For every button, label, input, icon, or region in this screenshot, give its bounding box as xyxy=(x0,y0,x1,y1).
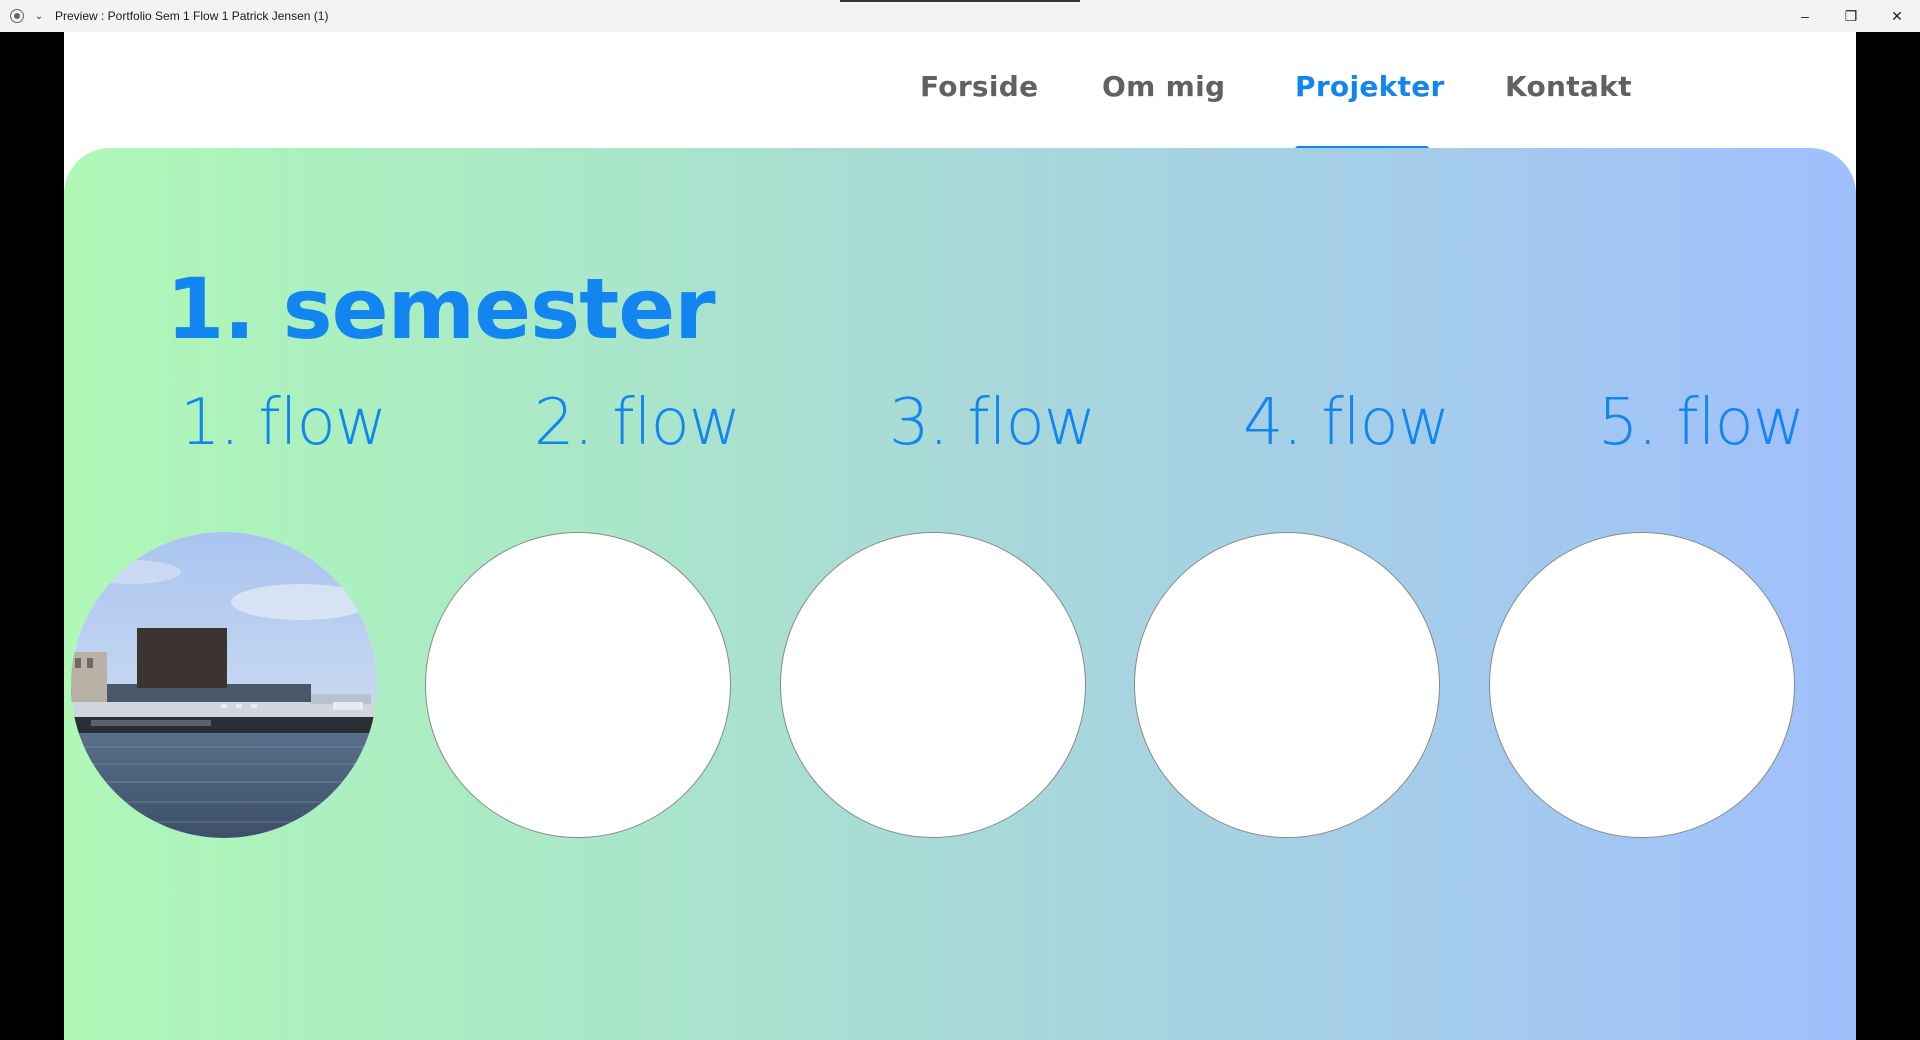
flow-2-image-placeholder[interactable] xyxy=(425,532,731,838)
page-title: 1. semester xyxy=(166,260,716,358)
flow-4-image-placeholder[interactable] xyxy=(1134,532,1440,838)
window-controls: – ❐ ✕ xyxy=(1782,0,1920,32)
page-canvas: Forside Om mig Projekter Kontakt 1. seme… xyxy=(64,32,1856,1040)
flow-label-3[interactable]: 3. flow xyxy=(839,386,1145,460)
flow-5-image-placeholder[interactable] xyxy=(1489,532,1795,838)
flow-label-2[interactable]: 2. flow xyxy=(484,386,790,460)
chevron-down-icon[interactable]: ⌄ xyxy=(31,8,47,24)
nav-item-om-mig[interactable]: Om mig xyxy=(1102,70,1225,103)
minimize-button[interactable]: – xyxy=(1782,0,1828,32)
opera-house-photo xyxy=(71,532,377,838)
window-titlebar: ⌄ Preview : Portfolio Sem 1 Flow 1 Patri… xyxy=(0,0,1920,32)
flow-1-image[interactable] xyxy=(71,532,377,838)
nav-item-kontakt[interactable]: Kontakt xyxy=(1505,70,1632,103)
flow-label-4[interactable]: 4. flow xyxy=(1193,386,1499,460)
loading-indicator xyxy=(840,0,1080,2)
flow-label-1[interactable]: 1. flow xyxy=(130,386,436,460)
flow-label-5[interactable]: 5. flow xyxy=(1548,386,1854,460)
app-icon xyxy=(9,8,25,24)
flow-3-image-placeholder[interactable] xyxy=(780,532,1086,838)
nav-item-projekter[interactable]: Projekter xyxy=(1295,70,1445,103)
close-button[interactable]: ✕ xyxy=(1874,0,1920,32)
top-nav: Forside Om mig Projekter Kontakt xyxy=(64,32,1856,152)
projects-section: 1. semester 1. flow 2. flow 3. flow 4. f… xyxy=(64,148,1856,1040)
restore-button[interactable]: ❐ xyxy=(1828,0,1874,32)
nav-item-forside[interactable]: Forside xyxy=(920,70,1038,103)
window-title: Preview : Portfolio Sem 1 Flow 1 Patrick… xyxy=(55,9,329,23)
